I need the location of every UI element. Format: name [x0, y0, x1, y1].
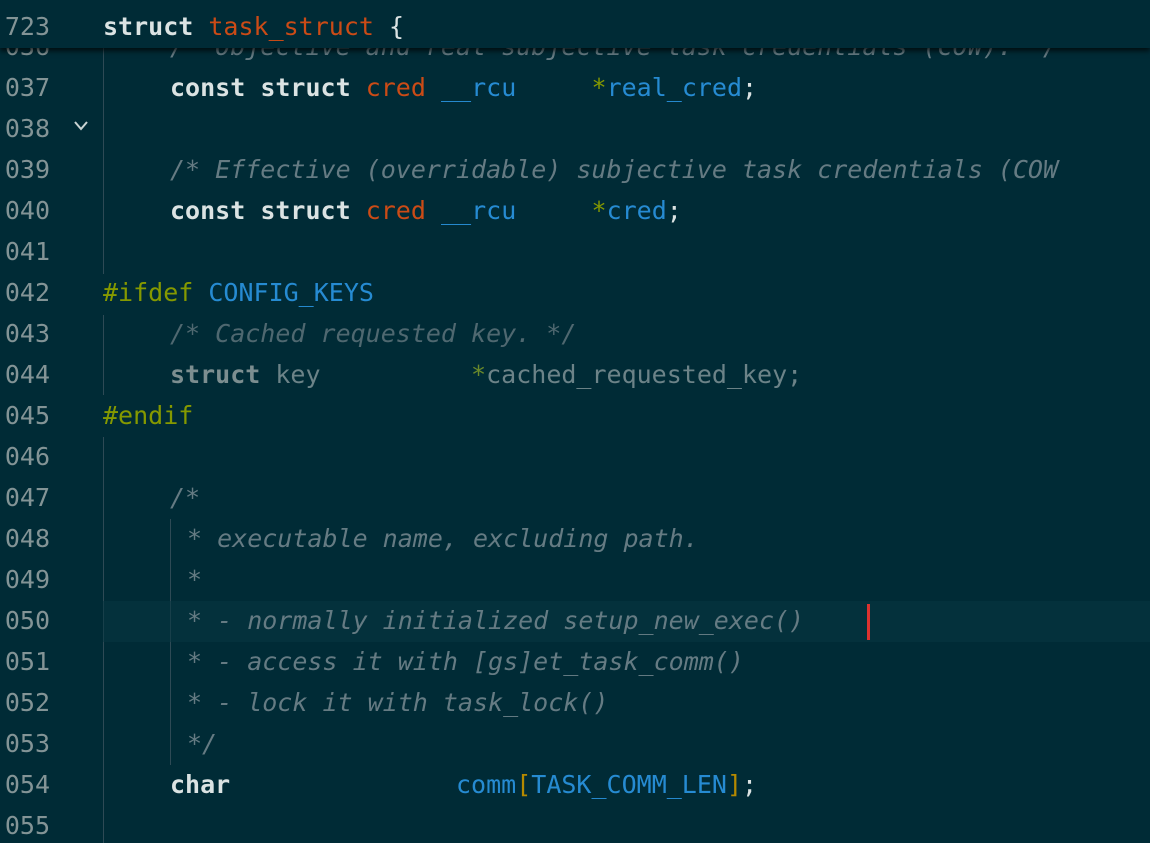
code-line[interactable]: 051 * - access it with [gs]et_task_comm(…	[0, 641, 1150, 682]
line-number: 049	[4, 565, 50, 594]
sticky-scroll-header[interactable]: 723 struct task_struct {	[0, 0, 1150, 131]
code-line[interactable]: 042 #ifdef CONFIG_KEYS	[0, 272, 1150, 313]
code-comment: /* Cached requested key. */	[170, 319, 577, 348]
code-comment: * executable name, excluding path.	[187, 524, 699, 553]
code-line[interactable]: 045 #endif	[0, 395, 1150, 436]
semicolon: ;	[742, 770, 758, 799]
type-name: task_struct	[208, 12, 374, 41]
identifier: cred	[606, 196, 667, 225]
attribute: __rcu	[440, 196, 517, 225]
code-line[interactable]: 040 const struct cred __rcu *cred;	[0, 190, 1150, 231]
line-number: 051	[4, 647, 50, 676]
attribute: __rcu	[440, 73, 517, 102]
line-number: 043	[4, 319, 50, 348]
keyword: const	[170, 196, 246, 225]
code-line[interactable]: 053 */	[0, 723, 1150, 764]
keyword: struct	[170, 360, 261, 389]
code-line[interactable]: 049 *	[0, 559, 1150, 600]
type-name: cred	[365, 196, 426, 225]
code-line[interactable]: 047 /*	[0, 477, 1150, 518]
identifier: comm	[456, 770, 517, 799]
brace-open: {	[389, 12, 405, 41]
pointer-star: *	[591, 196, 607, 225]
code-line[interactable]: 039 /* Effective (overridable) subjectiv…	[0, 149, 1150, 190]
line-number: 054	[4, 770, 50, 799]
keyword: struct	[103, 12, 194, 41]
code-line[interactable]: 044 struct key *cached_requested_key;	[0, 354, 1150, 395]
line-number: 723	[4, 12, 50, 41]
code-line[interactable]: 037 const struct cred __rcu *real_cred;	[0, 67, 1150, 108]
line-number: 048	[4, 524, 50, 553]
semicolon: ;	[666, 196, 682, 225]
keyword: struct	[260, 73, 351, 102]
macro-name: CONFIG_KEYS	[208, 278, 374, 307]
code-line[interactable]: 046	[0, 436, 1150, 477]
code-line[interactable]: 054 char comm[TASK_COMM_LEN];	[0, 764, 1150, 805]
code-line[interactable]: 048 * executable name, excluding path.	[0, 518, 1150, 559]
preprocessor-directive: #endif	[103, 401, 194, 430]
line-number: 046	[4, 442, 50, 471]
line-number: 042	[4, 278, 50, 307]
line-number: 050	[4, 606, 50, 635]
keyword: struct	[260, 196, 351, 225]
code-line[interactable]: 052 * - lock it with task_lock()	[0, 682, 1150, 723]
line-number: 052	[4, 688, 50, 717]
line-number: 044	[4, 360, 50, 389]
bracket-open: [	[516, 770, 532, 799]
keyword: const	[170, 73, 246, 102]
semicolon: ;	[742, 73, 758, 102]
code-line[interactable]: 055	[0, 805, 1150, 843]
type-name: key	[275, 360, 321, 389]
code-line[interactable]: 038	[0, 108, 1150, 149]
code-comment: * - normally initialized setup_new_exec(…	[187, 606, 805, 635]
code-comment: * - access it with [gs]et_task_comm()	[187, 647, 744, 676]
pointer-star: *	[471, 360, 487, 389]
preprocessor-directive: #ifdef	[103, 278, 194, 307]
code-editor[interactable]: 036 /* Objective and real subjective tas…	[0, 0, 1150, 843]
keyword: char	[170, 770, 231, 799]
line-number: 055	[4, 811, 50, 840]
pointer-star: *	[591, 73, 607, 102]
code-line[interactable]: 043 /* Cached requested key. */	[0, 313, 1150, 354]
text-cursor	[867, 604, 870, 640]
code-comment: *	[187, 565, 203, 594]
identifier: real_cred	[606, 73, 743, 102]
code-line-current[interactable]: 050 * - normally initialized setup_new_e…	[0, 600, 1150, 641]
code-line[interactable]: 041	[0, 231, 1150, 272]
code-comment: /* Effective (overridable) subjective ta…	[170, 155, 1059, 184]
type-name: cred	[365, 73, 426, 102]
identifier: cached_requested_key	[486, 360, 788, 389]
code-comment: * - lock it with task_lock()	[187, 688, 609, 717]
code-comment: */	[187, 729, 218, 758]
line-number: 045	[4, 401, 50, 430]
line-number: 053	[4, 729, 50, 758]
bracket-close: ]	[726, 770, 743, 799]
code-comment: /*	[170, 483, 201, 512]
macro-name: TASK_COMM_LEN	[531, 770, 727, 799]
semicolon: ;	[787, 360, 803, 389]
line-number: 047	[4, 483, 50, 512]
